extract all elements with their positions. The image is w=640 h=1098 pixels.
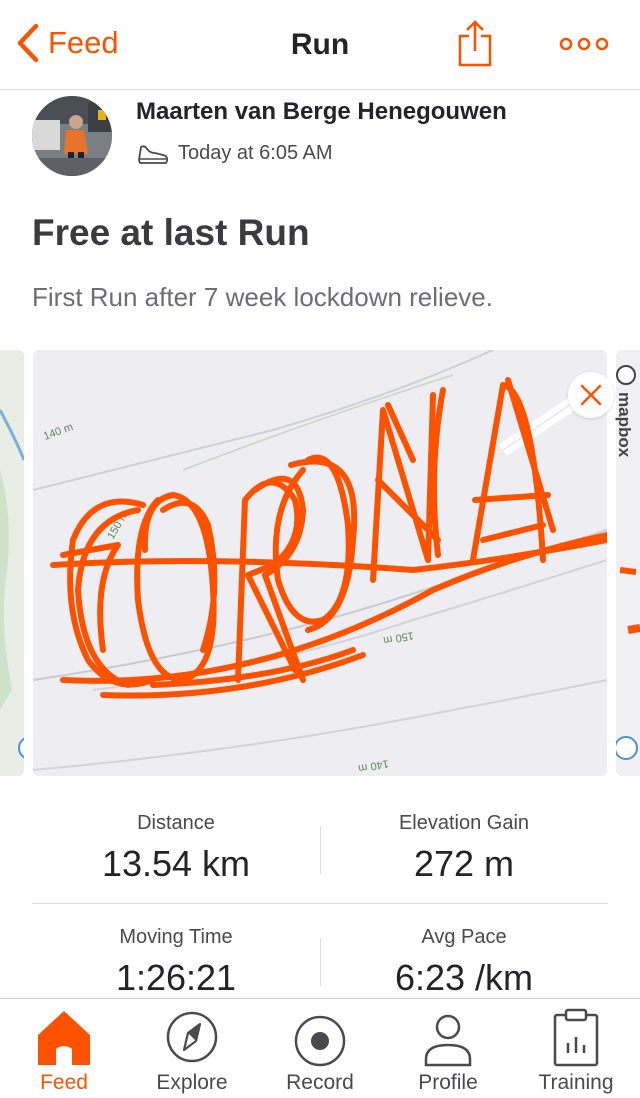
stat-distance: Distance 13.54 km xyxy=(32,812,320,885)
tab-feed[interactable]: Feed xyxy=(0,999,128,1098)
more-options-icon[interactable] xyxy=(556,24,612,64)
tab-label: Feed xyxy=(40,1071,88,1094)
tab-explore[interactable]: Explore xyxy=(128,999,256,1098)
stat-value: 272 m xyxy=(413,843,515,884)
close-button[interactable] xyxy=(568,372,614,418)
stat-avg-pace: Avg Pace 6:23 /km xyxy=(320,926,608,999)
map-attribution: mapbox xyxy=(612,362,638,482)
back-label: Feed xyxy=(48,25,119,60)
tab-profile[interactable]: Profile xyxy=(384,999,512,1098)
athlete-avatar[interactable] xyxy=(32,96,112,176)
tab-record[interactable]: Record xyxy=(256,999,384,1098)
share-icon[interactable] xyxy=(455,20,495,68)
tab-label: Explore xyxy=(156,1071,228,1094)
athlete-name[interactable]: Maarten van Berge Henegouwen xyxy=(136,98,507,126)
previous-map-card[interactable] xyxy=(0,350,24,776)
home-icon xyxy=(38,1011,90,1065)
tab-training[interactable]: Training xyxy=(512,999,640,1098)
compass-icon xyxy=(166,1011,218,1063)
stat-label: Avg Pace xyxy=(421,926,507,948)
stat-value: 6:23 /km xyxy=(394,957,534,998)
activity-timestamp: Today at 6:05 AM xyxy=(178,141,333,164)
tab-label: Profile xyxy=(418,1071,478,1094)
stat-elevation-gain: Elevation Gain 272 m xyxy=(320,812,608,885)
activity-meta: Today at 6:05 AM xyxy=(136,140,333,166)
route-map[interactable]: 140 m 150 m 150 m 140 m xyxy=(33,350,607,776)
stat-value: 1:26:21 xyxy=(115,957,237,998)
navigation-bar: Feed Run xyxy=(0,0,640,90)
stat-label: Elevation Gain xyxy=(398,812,530,834)
profile-icon xyxy=(424,1014,472,1067)
training-icon xyxy=(553,1008,599,1067)
record-icon xyxy=(294,1015,346,1067)
route-map-canvas: 140 m 150 m 150 m 140 m xyxy=(33,350,607,776)
activity-title: Free at last Run xyxy=(32,212,310,253)
stat-separator xyxy=(32,903,608,904)
mapbox-logo: mapbox xyxy=(615,392,634,458)
tab-label: Record xyxy=(286,1071,354,1094)
stat-value: 13.54 km xyxy=(101,843,251,884)
chevron-left-icon xyxy=(17,23,39,63)
stat-label: Moving Time xyxy=(119,926,233,948)
close-icon xyxy=(580,384,602,406)
tab-bar: Feed Explore Record Profile Training xyxy=(0,998,640,1098)
stat-moving-time: Moving Time 1:26:21 xyxy=(32,926,320,999)
stat-label: Distance xyxy=(137,812,215,834)
tab-label: Training xyxy=(538,1071,614,1094)
back-button[interactable]: Feed xyxy=(14,22,119,64)
shoe-icon xyxy=(138,145,169,164)
avatar-image xyxy=(32,96,112,176)
activity-description: First Run after 7 week lockdown relieve. xyxy=(32,282,493,312)
